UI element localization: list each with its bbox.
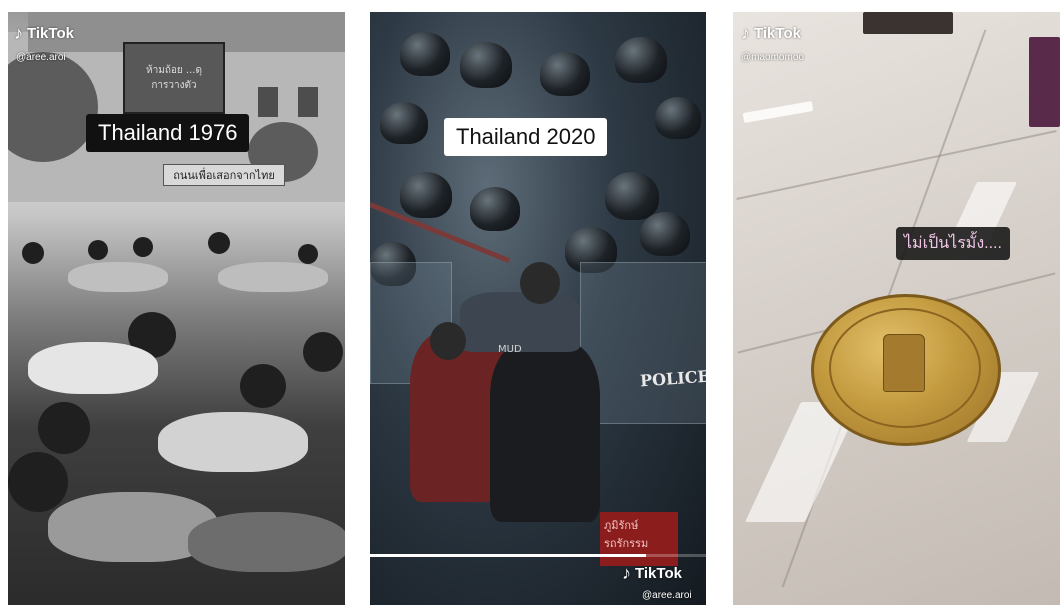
caption-box: ไม่เป็นไรมั้ง.... — [896, 227, 1010, 260]
helmet — [655, 97, 701, 139]
helmet — [540, 52, 590, 96]
person-head — [88, 240, 108, 260]
person-head — [208, 232, 230, 254]
tiktok-handle: @aree.aroi — [642, 590, 692, 601]
photo-panel-medallion: ไม่เป็นไรมั้ง.... ♪ TikTok @maomomoo — [733, 12, 1060, 605]
photo-panel-2020: POLICE MUD ภูมิรักษ์ รถรักรรม Thailand 2… — [370, 12, 706, 605]
tiktok-watermark: ♪ TikTok — [14, 24, 74, 42]
protester-head — [520, 262, 560, 304]
helmet-label: MUD — [498, 344, 522, 355]
tiktok-logo-label: TikTok — [754, 24, 801, 42]
person-head — [22, 242, 44, 264]
helmet — [380, 102, 428, 144]
photo-panel-1976: ห้ามถ้อย ...ดุ การวางตัว ถนนเพื่อเสอกจาก… — [8, 12, 345, 605]
protester — [460, 292, 580, 352]
tiktok-note-icon: ♪ — [622, 563, 631, 583]
person-body — [68, 262, 168, 292]
three-finger-salute-icon — [883, 334, 925, 392]
helmet — [640, 212, 690, 256]
tiktok-note-icon: ♪ — [14, 23, 23, 43]
helmet — [605, 172, 659, 220]
person-head — [298, 244, 318, 264]
helmet — [460, 42, 512, 88]
person-body — [218, 262, 328, 292]
window — [258, 87, 278, 117]
person-body — [158, 412, 308, 472]
window — [298, 87, 318, 117]
person-body — [188, 512, 345, 572]
light-reflection — [742, 100, 814, 124]
person-head — [133, 237, 153, 257]
person-head — [303, 332, 343, 372]
tiktok-handle: @aree.aroi — [16, 52, 66, 63]
pillar-base — [863, 12, 953, 34]
helmet — [470, 187, 520, 231]
person-head — [38, 402, 90, 454]
signboard: ห้ามถ้อย ...ดุ การวางตัว — [123, 42, 225, 114]
protest-sign: ภูมิรักษ์ รถรักรรม — [600, 512, 678, 566]
helmet — [400, 32, 450, 76]
helmet — [615, 37, 667, 83]
protester-head — [430, 322, 466, 360]
tiktok-logo-label: TikTok — [635, 564, 682, 582]
furniture-edge — [1029, 37, 1060, 127]
person-body — [28, 342, 158, 394]
tiktok-watermark: ♪ TikTok — [741, 24, 801, 42]
tiktok-watermark: ♪ TikTok — [622, 564, 682, 582]
caption-box: Thailand 2020 — [444, 118, 608, 156]
helmet — [400, 172, 452, 218]
tiktok-note-icon: ♪ — [741, 23, 750, 43]
person-head — [240, 364, 286, 408]
tiktok-handle: @maomomoo — [741, 52, 804, 63]
protester — [490, 342, 600, 522]
banner: ถนนเพื่อเสอกจากไทย — [163, 164, 285, 186]
person-head — [8, 452, 68, 512]
video-progress-fill — [370, 554, 646, 557]
tiktok-logo-label: TikTok — [27, 24, 74, 42]
caption-box: Thailand 1976 — [86, 114, 250, 152]
